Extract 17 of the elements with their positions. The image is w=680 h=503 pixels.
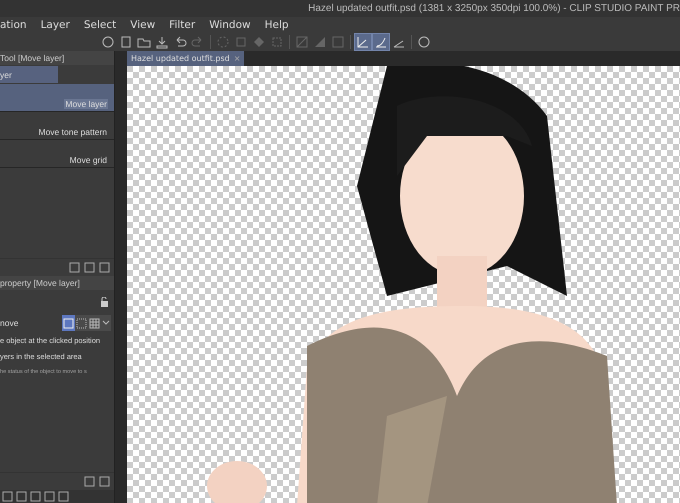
panel-title: Tool [Move layer] — [0, 53, 64, 63]
group-tab[interactable]: yer — [0, 66, 58, 83]
menu-item[interactable]: Filter — [169, 19, 196, 31]
curve-ruler-icon[interactable] — [373, 34, 389, 50]
snap-ruler-icon[interactable] — [355, 34, 371, 50]
menu-item[interactable]: View — [130, 19, 156, 31]
panel-title: property [Move layer] — [0, 278, 80, 288]
menu-item[interactable]: Layer — [40, 19, 70, 31]
option-label: nove — [0, 318, 18, 328]
document-tab[interactable]: Hazel updated outfit.psd × — [127, 51, 244, 66]
lock-icon[interactable] — [100, 297, 109, 307]
window-title: Hazel updated outfit.psd (1381 x 3250px 350dpi 100.0%) - CLIP STUDIO PAINT PR — [308, 3, 680, 14]
menu-item[interactable]: ation — [0, 19, 27, 31]
mode-button[interactable] — [62, 315, 75, 331]
menu-item[interactable]: Window — [209, 19, 251, 31]
menu-item[interactable]: Select — [84, 19, 116, 31]
menu-item[interactable]: Help — [264, 19, 289, 31]
